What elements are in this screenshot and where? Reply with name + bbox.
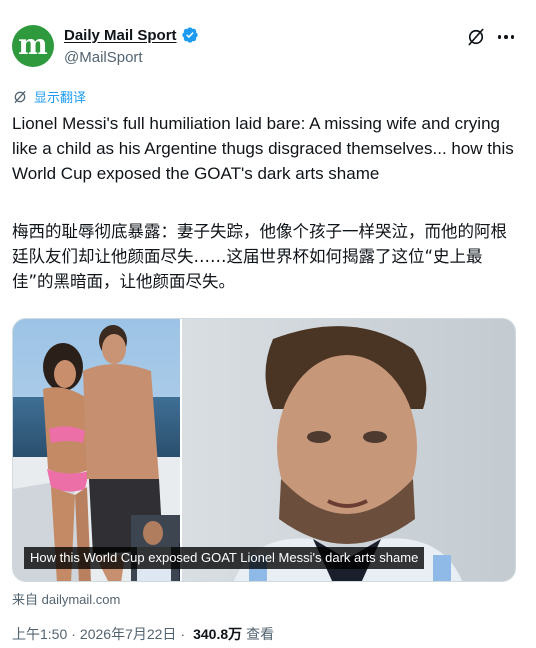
show-translation-link[interactable]: 显示翻译	[12, 87, 86, 106]
tweet-time[interactable]: 上午1:50	[12, 624, 67, 644]
translate-icon	[14, 90, 26, 103]
handle[interactable]: @MailSport	[64, 49, 143, 66]
tweet-text-translation: 梅西的耻辱彻底暴露：妻子失踪，他像个孩子一样哭泣，而他的阿根廷队友们却让他颜面尽…	[12, 222, 507, 291]
avatar-logo: m	[18, 28, 48, 61]
media-photo	[13, 319, 515, 581]
source-link[interactable]: 来自 dailymail.com	[12, 589, 120, 608]
verified-badge-icon[interactable]	[181, 26, 199, 44]
more-button[interactable]	[495, 26, 517, 48]
translate-label: 显示翻译	[34, 90, 87, 105]
author-name-row: Daily Mail Sport	[64, 26, 199, 44]
view-count[interactable]: 340.8万	[193, 624, 242, 644]
avatar[interactable]: m	[12, 25, 54, 67]
meta-separator: ·	[71, 626, 76, 642]
tweet-media[interactable]	[12, 318, 516, 582]
more-icon	[497, 35, 515, 39]
tweet-meta: 上午1:50 · 2026年7月22日 · 340.8万 查看	[12, 624, 274, 644]
tweet-text: Lionel Messi's full humiliation laid bar…	[12, 114, 514, 183]
grok-button[interactable]	[465, 26, 487, 48]
view-count-label: 查看	[246, 626, 275, 642]
tweet-card: m Daily Mail Sport @MailSport 显示翻译 Lione…	[0, 0, 536, 648]
grok-icon	[468, 28, 484, 46]
display-name[interactable]: Daily Mail Sport	[64, 27, 177, 44]
tweet-date[interactable]: 2026年7月22日	[80, 624, 177, 644]
meta-separator: ·	[180, 626, 186, 642]
media-caption: How this World Cup exposed GOAT Lionel M…	[24, 547, 425, 569]
